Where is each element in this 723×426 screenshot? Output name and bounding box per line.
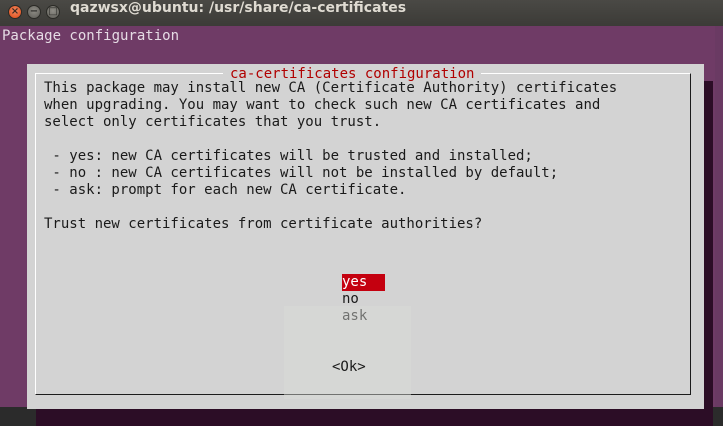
maximize-icon: □	[48, 6, 58, 17]
close-window-button[interactable]: ×	[8, 5, 22, 19]
minimize-icon: −	[29, 6, 39, 17]
backtitle: Package configuration	[2, 28, 180, 44]
dialog-title: ca-certificates configuration	[223, 67, 482, 81]
window-title: qazwsx@ubuntu: /usr/share/ca-certificate…	[70, 0, 407, 16]
ok-button[interactable]: <Ok>	[332, 359, 366, 376]
config-dialog: ca-certificates configuration This packa…	[27, 64, 704, 409]
minimize-window-button[interactable]: −	[27, 5, 41, 19]
close-icon: ×	[10, 6, 20, 17]
scrollbar-strip[interactable]	[715, 26, 723, 407]
translucent-overlay	[284, 306, 411, 399]
option-yes[interactable]: yes	[342, 274, 385, 291]
window-titlebar: × − □ qazwsx@ubuntu: /usr/share/ca-certi…	[0, 0, 723, 27]
dialog-body-text: This package may install new CA (Certifi…	[44, 80, 618, 232]
maximize-window-button[interactable]: □	[46, 5, 60, 19]
terminal-area[interactable]: Package configuration ca-certificates co…	[0, 26, 723, 426]
